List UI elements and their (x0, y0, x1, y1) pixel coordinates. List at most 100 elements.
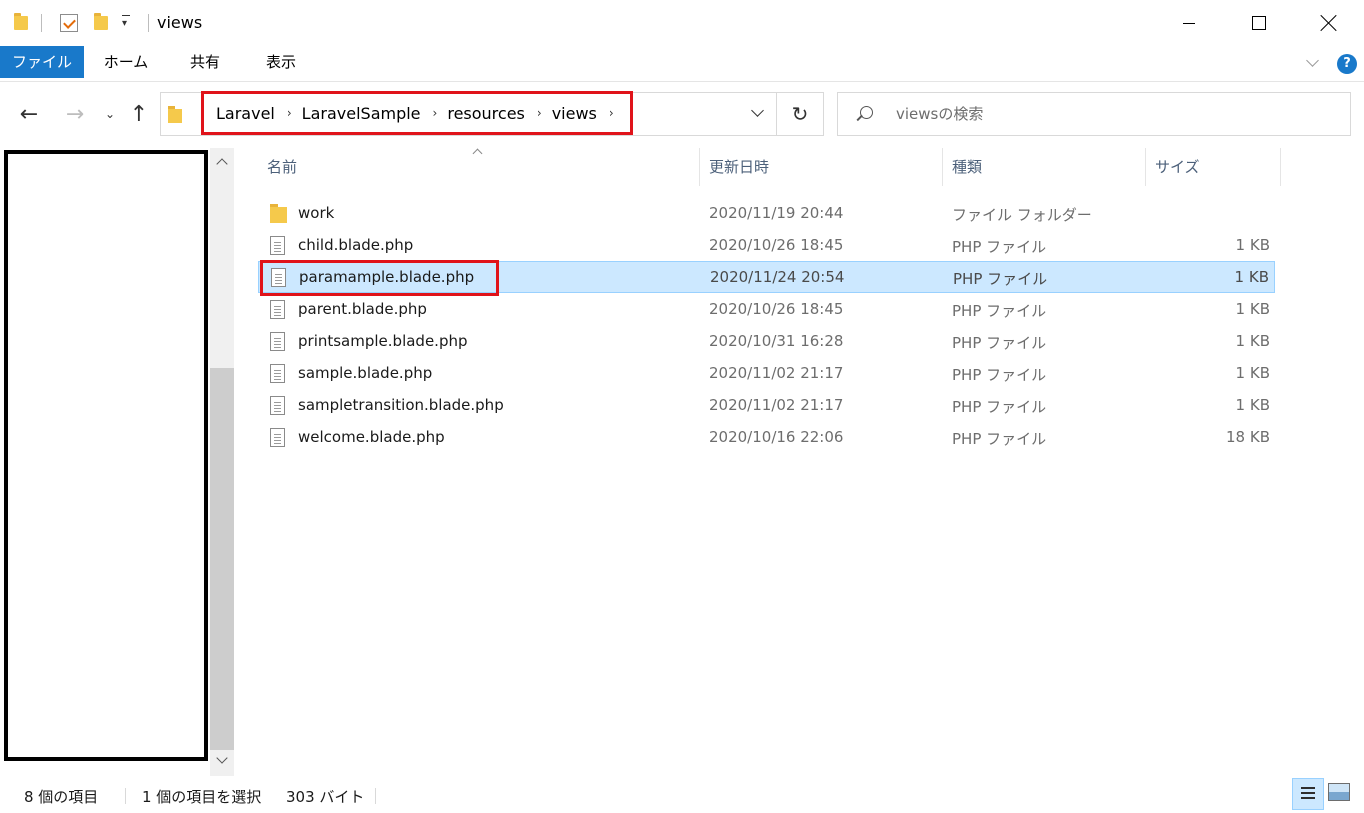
new-folder-icon[interactable] (94, 13, 108, 30)
column-header-type[interactable]: 種類 (943, 148, 1145, 186)
sort-ascending-icon (472, 146, 482, 156)
maximize-icon (1252, 16, 1266, 30)
file-row[interactable]: child.blade.php 2020/10/26 18:45 PHP ファイ… (258, 230, 1275, 262)
status-divider (125, 788, 126, 804)
file-date: 2020/10/31 16:28 (709, 332, 844, 350)
selected-count: 1 個の項目を選択 (142, 788, 262, 806)
navigation-pane[interactable] (4, 150, 208, 761)
breadcrumb-separator-icon[interactable]: › (537, 106, 542, 120)
php-file-icon (270, 300, 285, 319)
breadcrumb-separator-icon[interactable]: › (609, 106, 614, 120)
minimize-icon (1183, 22, 1195, 24)
tab-file[interactable]: ファイル (0, 46, 84, 78)
php-file-icon (271, 268, 286, 287)
ribbon-expand-chevron-icon[interactable] (1306, 56, 1318, 68)
search-input[interactable] (896, 105, 1336, 123)
tab-home[interactable]: ホーム (94, 46, 158, 78)
tab-view[interactable]: 表示 (252, 46, 310, 78)
folder-row-work[interactable]: work 2020/11/19 20:44 ファイル フォルダー (258, 198, 1275, 230)
quick-access-dropdown-icon[interactable]: ▾ (122, 15, 131, 29)
php-file-icon (270, 332, 285, 351)
help-icon[interactable]: ? (1337, 54, 1357, 74)
file-name: child.blade.php (298, 236, 414, 254)
file-type: ファイル フォルダー (952, 206, 1092, 224)
scroll-up-arrow-icon[interactable] (216, 156, 228, 168)
breadcrumb-item-laravelsample[interactable]: LaravelSample (302, 104, 421, 123)
ribbon-tabs: ファイル ホーム 共有 表示 ? (0, 46, 1364, 82)
address-history-chevron-icon[interactable] (751, 107, 763, 119)
file-date: 2020/10/26 18:45 (709, 300, 844, 318)
breadcrumb-separator-icon[interactable]: › (287, 106, 292, 120)
column-header-date[interactable]: 更新日時 (700, 148, 942, 186)
php-file-icon (270, 236, 285, 255)
file-row-selected[interactable]: paramample.blade.php 2020/11/24 20:54 PH… (258, 261, 1275, 293)
refresh-button[interactable]: ↻ (777, 92, 824, 136)
file-row[interactable]: welcome.blade.php 2020/10/16 22:06 PHP フ… (258, 422, 1275, 454)
selected-size: 303 バイト (286, 788, 365, 806)
status-bar: 8 個の項目 1 個の項目を選択 303 バイト (0, 776, 1364, 813)
close-button[interactable] (1294, 0, 1364, 46)
file-type: PHP ファイル (952, 430, 1047, 448)
maximize-button[interactable] (1224, 0, 1294, 46)
title-divider (148, 14, 149, 32)
breadcrumb: Laravel › LaravelSample › resources › vi… (201, 91, 633, 135)
php-file-icon (270, 364, 285, 383)
folder-icon (270, 204, 287, 223)
file-date: 2020/11/24 20:54 (710, 268, 845, 286)
column-header-size[interactable]: サイズ (1146, 148, 1280, 186)
file-date: 2020/11/19 20:44 (709, 204, 844, 222)
file-row[interactable]: sampletransition.blade.php 2020/11/02 21… (258, 390, 1275, 422)
file-type: PHP ファイル (952, 238, 1047, 256)
file-size: 18 KB (1226, 428, 1270, 446)
folder-icon (14, 13, 28, 30)
php-file-icon (270, 428, 285, 447)
file-name: sample.blade.php (298, 364, 433, 382)
file-date: 2020/11/02 21:17 (709, 396, 844, 414)
file-size: 1 KB (1235, 332, 1270, 350)
file-date: 2020/10/26 18:45 (709, 236, 844, 254)
folder-icon (168, 106, 182, 123)
file-date: 2020/10/16 22:06 (709, 428, 844, 446)
address-bar[interactable]: Laravel › LaravelSample › resources › vi… (160, 91, 777, 136)
file-name: welcome.blade.php (298, 428, 445, 446)
column-divider[interactable] (1280, 148, 1281, 186)
details-view-icon[interactable] (1292, 778, 1324, 810)
file-list: 名前 更新日時 種類 サイズ work 2020/11/19 20:44 ファイ… (250, 148, 1364, 768)
file-size: 1 KB (1234, 268, 1269, 286)
php-file-icon (270, 396, 285, 415)
tab-share[interactable]: 共有 (176, 46, 234, 78)
file-size: 1 KB (1235, 236, 1270, 254)
file-row[interactable]: sample.blade.php 2020/11/02 21:17 PHP ファ… (258, 358, 1275, 390)
file-type: PHP ファイル (952, 366, 1047, 384)
window-title: views (157, 13, 203, 32)
item-count: 8 個の項目 (24, 788, 99, 806)
file-size: 1 KB (1235, 364, 1270, 382)
forward-button[interactable]: → (60, 100, 90, 128)
navigation-pane-scrollbar[interactable] (210, 148, 234, 776)
file-row[interactable]: printsample.blade.php 2020/10/31 16:28 P… (258, 326, 1275, 358)
breadcrumb-item-laravel[interactable]: Laravel (216, 104, 275, 123)
title-bar: ▾ views (0, 0, 1364, 46)
scroll-down-arrow-icon[interactable] (216, 754, 228, 766)
file-name: parent.blade.php (298, 300, 427, 318)
column-header-row: 名前 更新日時 種類 サイズ (250, 146, 1281, 186)
breadcrumb-item-resources[interactable]: resources (447, 104, 525, 123)
search-box[interactable] (837, 92, 1351, 136)
recent-locations-chevron-icon[interactable]: ⌄ (95, 100, 125, 128)
quick-access-divider (41, 14, 42, 32)
file-type: PHP ファイル (952, 398, 1047, 416)
search-icon (860, 106, 873, 119)
file-type: PHP ファイル (952, 302, 1047, 320)
breadcrumb-separator-icon[interactable]: › (433, 106, 438, 120)
properties-check-icon[interactable] (60, 14, 78, 32)
scrollbar-thumb[interactable] (210, 368, 234, 750)
breadcrumb-item-views[interactable]: views (552, 104, 597, 123)
large-icons-view-icon[interactable] (1328, 783, 1350, 801)
minimize-button[interactable] (1154, 0, 1224, 46)
file-name: sampletransition.blade.php (298, 396, 504, 414)
back-button[interactable]: ← (14, 100, 44, 128)
file-row[interactable]: parent.blade.php 2020/10/26 18:45 PHP ファ… (258, 294, 1275, 326)
up-button[interactable]: ↑ (124, 100, 154, 128)
file-name: paramample.blade.php (299, 268, 475, 286)
file-type: PHP ファイル (952, 334, 1047, 352)
